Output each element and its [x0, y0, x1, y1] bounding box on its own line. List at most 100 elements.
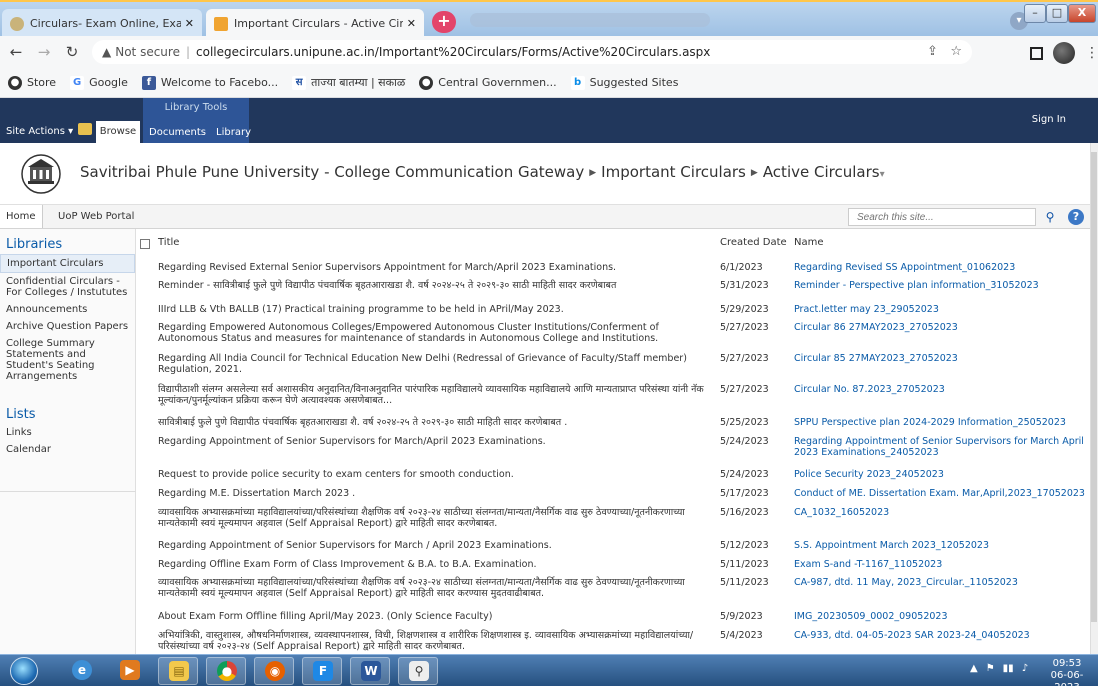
circular-file-link[interactable]: Regarding Revised SS Appointment_0106202… [794, 262, 1088, 273]
url-text[interactable]: collegecirculars.unipune.ac.in/Important… [196, 45, 710, 59]
nav-calendar[interactable]: Calendar [0, 441, 135, 458]
circular-title: व्यावसायिक अभ्यासक्रमांच्या महाविद्यालया… [158, 577, 685, 599]
documents-tab[interactable]: Documents [149, 127, 206, 138]
lists-heading[interactable]: Lists [0, 385, 135, 424]
site-actions-menu[interactable]: Site Actions ▾ [6, 126, 73, 137]
column-header-name[interactable]: Name [794, 237, 824, 248]
nav-links[interactable]: Links [0, 424, 135, 441]
nav-archive-question-papers[interactable]: Archive Question Papers [0, 318, 135, 335]
column-header-created-date[interactable]: Created Date [720, 237, 787, 248]
firefox-icon: ◉ [265, 661, 285, 681]
taskbar-chrome[interactable]: ● [206, 657, 246, 685]
chrome-icon: ● [217, 661, 237, 681]
bookmark-suggested-sites[interactable]: b Suggested Sites [570, 75, 678, 90]
side-panel-icon[interactable] [1030, 46, 1043, 60]
tab-title: Important Circulars - Active Circu [234, 17, 403, 30]
library-tab[interactable]: Library [216, 127, 251, 138]
crumb-important-circulars[interactable]: Important Circulars [601, 163, 746, 181]
crumb-active-circulars[interactable]: Active Circulars [763, 163, 880, 181]
back-arrow-icon[interactable]: ← [4, 43, 28, 61]
menu-kebab-icon[interactable]: ⋮ [1085, 45, 1098, 61]
circular-file-link[interactable]: Circular 85 27MAY2023_27052023 [794, 353, 1088, 364]
search-input[interactable] [848, 208, 1036, 226]
circular-file-link[interactable]: Reminder - Perspective plan information_… [794, 280, 1088, 291]
nav-college-summary[interactable]: College Summary Statements and Student's… [0, 335, 135, 385]
circular-title: सावित्रीबाई फुले पुणे विद्यापीठ पंचवार्ष… [158, 417, 568, 428]
magnifier-icon: ⚲ [409, 661, 429, 681]
circular-file-link[interactable]: Circular No. 87.2023_27052023 [794, 384, 1088, 395]
site-name-link[interactable]: Savitribai Phule Pune University - Colle… [80, 163, 584, 181]
circular-file-link[interactable]: Exam S-and -T-1167_11052023 [794, 559, 1088, 570]
bookmark-label: Welcome to Facebo... [160, 76, 279, 89]
uop-web-portal-link[interactable]: UoP Web Portal [58, 205, 134, 228]
maximize-button[interactable]: □ [1046, 4, 1068, 23]
signal-icon[interactable]: ▮▮ [1003, 663, 1014, 674]
bookmark-label: Google [89, 76, 128, 89]
taskbar-magnifier[interactable]: ⚲ [398, 657, 438, 685]
taskbar-internet-explorer[interactable]: e [62, 657, 102, 685]
close-tab-icon[interactable]: ✕ [185, 17, 194, 30]
bookmark-facebook[interactable]: f Welcome to Facebo... [141, 75, 279, 90]
circular-file-link[interactable]: S.S. Appointment March 2023_12052023 [794, 540, 1088, 551]
circular-file-link[interactable]: CA_1032_16052023 [794, 507, 1088, 518]
minimize-button[interactable]: – [1024, 4, 1046, 23]
bookmark-central-govt[interactable]: ● Central Governmen... [419, 75, 557, 90]
tab-active-circulars[interactable]: Important Circulars - Active Circu ✕ [206, 9, 424, 38]
column-header-title[interactable]: Title [158, 237, 179, 248]
profile-avatar[interactable] [1053, 42, 1075, 64]
tab-circulars-exam[interactable]: Circulars- Exam Online, Examinat ✕ [2, 9, 202, 38]
address-bar[interactable]: ▲ Not secure | collegecirculars.unipune.… [92, 40, 972, 64]
taskbar-clock[interactable]: 09:53 06-06-2023 [1040, 658, 1094, 686]
nav-confidential-circulars[interactable]: Confidential Circulars - For Colleges / … [0, 273, 135, 301]
circular-file-link[interactable]: CA-987, dtd. 11 May, 2023_Circular._1105… [794, 577, 1088, 588]
navigate-up-icon[interactable] [78, 123, 92, 135]
scrollbar-thumb[interactable] [1091, 152, 1097, 622]
circular-date: 5/11/2023 [720, 559, 769, 570]
nav-important-circulars[interactable]: Important Circulars [0, 254, 135, 273]
sign-in-link[interactable]: Sign In [1032, 114, 1066, 125]
circular-file-link[interactable]: Circular 86 27MAY2023_27052023 [794, 322, 1088, 333]
browse-tab[interactable]: Browse [96, 121, 140, 143]
circular-date: 5/12/2023 [720, 540, 769, 551]
taskbar-firefox[interactable]: ◉ [254, 657, 294, 685]
circular-file-link[interactable]: SPPU Perspective plan 2024-2029 Informat… [794, 417, 1088, 428]
circular-file-link[interactable]: Pract.letter may 23_29052023 [794, 304, 1088, 315]
circular-title: Regarding Appointment of Senior Supervis… [158, 540, 552, 551]
bookmark-google[interactable]: G Google [70, 75, 128, 90]
new-tab-button[interactable]: + [432, 11, 456, 33]
close-window-button[interactable]: X [1068, 4, 1096, 23]
search-icon[interactable]: ⚲ [1040, 208, 1060, 226]
nav-announcements[interactable]: Announcements [0, 301, 135, 318]
start-button[interactable] [10, 657, 38, 685]
forward-arrow-icon[interactable]: → [32, 43, 56, 61]
circular-title: Regarding Offline Exam Form of Class Imp… [158, 559, 537, 570]
circular-file-link[interactable]: Conduct of ME. Dissertation Exam. Mar,Ap… [794, 488, 1088, 499]
taskbar-media-player[interactable]: ▶ [110, 657, 150, 685]
close-tab-icon[interactable]: ✕ [407, 17, 416, 30]
libraries-heading[interactable]: Libraries [0, 229, 135, 254]
taskbar-word[interactable]: W [350, 657, 390, 685]
view-dropdown-icon[interactable]: ▾ [880, 169, 885, 180]
reload-icon[interactable]: ↻ [60, 43, 84, 61]
warning-triangle-icon[interactable]: ▲ [102, 45, 111, 59]
chrome-web-store-icon: ● [8, 75, 22, 90]
circular-file-link[interactable]: Regarding Appointment of Senior Supervis… [794, 436, 1088, 458]
select-all-checkbox[interactable] [140, 239, 150, 249]
circular-file-link[interactable]: CA-933, dtd. 04-05-2023 SAR 2023-24_0405… [794, 630, 1088, 641]
circular-date: 5/11/2023 [720, 577, 769, 588]
circular-file-link[interactable]: IMG_20230509_0002_09052023 [794, 611, 1088, 622]
circular-file-link[interactable]: Police Security 2023_24052023 [794, 469, 1088, 480]
bookmark-sakal[interactable]: स ताज्या बातम्या | सकाळ [292, 75, 405, 90]
word-icon: W [361, 661, 381, 681]
home-link[interactable]: Home [0, 205, 43, 228]
circular-date: 5/27/2023 [720, 353, 769, 364]
bookmark-label: Store [27, 76, 57, 89]
help-icon[interactable]: ? [1068, 209, 1084, 225]
taskbar-file-explorer[interactable]: ▤ [158, 657, 198, 685]
network-flag-icon[interactable]: ⚑ [986, 663, 995, 674]
share-and-bookmark-icons[interactable]: ⇪ ☆ [927, 44, 962, 59]
taskbar-app-blue[interactable]: F [302, 657, 342, 685]
show-hidden-icons-icon[interactable]: ▲ [970, 663, 978, 674]
volume-icon[interactable]: ♪ [1022, 663, 1028, 674]
bookmark-store[interactable]: ● Store [8, 75, 57, 90]
